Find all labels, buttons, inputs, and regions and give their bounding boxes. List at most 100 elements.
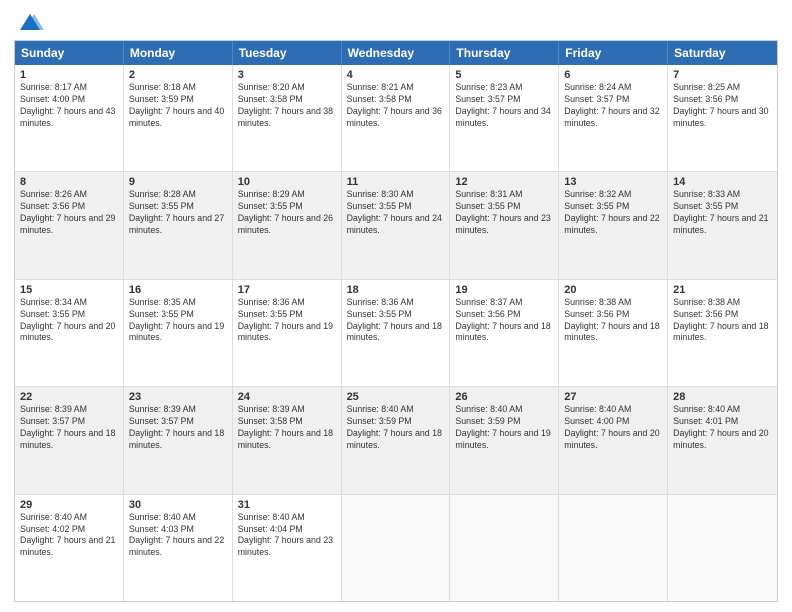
day-number: 12 — [455, 176, 553, 188]
day-cell-5: 5Sunrise: 8:23 AMSunset: 3:57 PMDaylight… — [450, 65, 559, 171]
cell-info: Sunrise: 8:33 AMSunset: 3:55 PMDaylight:… — [673, 189, 772, 237]
calendar-row-2: 8Sunrise: 8:26 AMSunset: 3:56 PMDaylight… — [15, 172, 777, 279]
logo — [14, 10, 44, 32]
calendar: SundayMondayTuesdayWednesdayThursdayFrid… — [14, 40, 778, 602]
day-number: 4 — [347, 69, 445, 81]
day-cell-27: 27Sunrise: 8:40 AMSunset: 4:00 PMDayligh… — [559, 387, 668, 493]
cell-info: Sunrise: 8:20 AMSunset: 3:58 PMDaylight:… — [238, 82, 336, 130]
header-day-thursday: Thursday — [450, 41, 559, 65]
day-number: 22 — [20, 391, 118, 403]
day-cell-11: 11Sunrise: 8:30 AMSunset: 3:55 PMDayligh… — [342, 172, 451, 278]
day-cell-24: 24Sunrise: 8:39 AMSunset: 3:58 PMDayligh… — [233, 387, 342, 493]
header-day-wednesday: Wednesday — [342, 41, 451, 65]
cell-info: Sunrise: 8:29 AMSunset: 3:55 PMDaylight:… — [238, 189, 336, 237]
empty-cell-r4c4 — [450, 495, 559, 601]
day-number: 6 — [564, 69, 662, 81]
day-number: 23 — [129, 391, 227, 403]
day-cell-20: 20Sunrise: 8:38 AMSunset: 3:56 PMDayligh… — [559, 280, 668, 386]
cell-info: Sunrise: 8:28 AMSunset: 3:55 PMDaylight:… — [129, 189, 227, 237]
day-cell-28: 28Sunrise: 8:40 AMSunset: 4:01 PMDayligh… — [668, 387, 777, 493]
cell-info: Sunrise: 8:39 AMSunset: 3:58 PMDaylight:… — [238, 404, 336, 452]
header — [14, 10, 778, 32]
day-number: 8 — [20, 176, 118, 188]
cell-info: Sunrise: 8:36 AMSunset: 3:55 PMDaylight:… — [347, 297, 445, 345]
day-number: 29 — [20, 499, 118, 511]
header-day-sunday: Sunday — [15, 41, 124, 65]
day-cell-9: 9Sunrise: 8:28 AMSunset: 3:55 PMDaylight… — [124, 172, 233, 278]
day-cell-4: 4Sunrise: 8:21 AMSunset: 3:58 PMDaylight… — [342, 65, 451, 171]
calendar-row-3: 15Sunrise: 8:34 AMSunset: 3:55 PMDayligh… — [15, 280, 777, 387]
cell-info: Sunrise: 8:40 AMSunset: 4:00 PMDaylight:… — [564, 404, 662, 452]
day-number: 20 — [564, 284, 662, 296]
cell-info: Sunrise: 8:32 AMSunset: 3:55 PMDaylight:… — [564, 189, 662, 237]
day-cell-30: 30Sunrise: 8:40 AMSunset: 4:03 PMDayligh… — [124, 495, 233, 601]
day-number: 18 — [347, 284, 445, 296]
cell-info: Sunrise: 8:17 AMSunset: 4:00 PMDaylight:… — [20, 82, 118, 130]
cell-info: Sunrise: 8:23 AMSunset: 3:57 PMDaylight:… — [455, 82, 553, 130]
header-day-friday: Friday — [559, 41, 668, 65]
cell-info: Sunrise: 8:25 AMSunset: 3:56 PMDaylight:… — [673, 82, 772, 130]
cell-info: Sunrise: 8:39 AMSunset: 3:57 PMDaylight:… — [20, 404, 118, 452]
day-number: 24 — [238, 391, 336, 403]
day-number: 2 — [129, 69, 227, 81]
cell-info: Sunrise: 8:40 AMSunset: 4:02 PMDaylight:… — [20, 512, 118, 560]
cell-info: Sunrise: 8:37 AMSunset: 3:56 PMDaylight:… — [455, 297, 553, 345]
day-number: 1 — [20, 69, 118, 81]
cell-info: Sunrise: 8:36 AMSunset: 3:55 PMDaylight:… — [238, 297, 336, 345]
cell-info: Sunrise: 8:40 AMSunset: 4:01 PMDaylight:… — [673, 404, 772, 452]
day-number: 25 — [347, 391, 445, 403]
day-number: 21 — [673, 284, 772, 296]
day-number: 30 — [129, 499, 227, 511]
cell-info: Sunrise: 8:38 AMSunset: 3:56 PMDaylight:… — [564, 297, 662, 345]
day-number: 5 — [455, 69, 553, 81]
header-day-monday: Monday — [124, 41, 233, 65]
day-number: 31 — [238, 499, 336, 511]
day-number: 27 — [564, 391, 662, 403]
day-number: 28 — [673, 391, 772, 403]
cell-info: Sunrise: 8:24 AMSunset: 3:57 PMDaylight:… — [564, 82, 662, 130]
day-cell-13: 13Sunrise: 8:32 AMSunset: 3:55 PMDayligh… — [559, 172, 668, 278]
day-cell-31: 31Sunrise: 8:40 AMSunset: 4:04 PMDayligh… — [233, 495, 342, 601]
cell-info: Sunrise: 8:35 AMSunset: 3:55 PMDaylight:… — [129, 297, 227, 345]
day-number: 19 — [455, 284, 553, 296]
day-cell-16: 16Sunrise: 8:35 AMSunset: 3:55 PMDayligh… — [124, 280, 233, 386]
day-cell-25: 25Sunrise: 8:40 AMSunset: 3:59 PMDayligh… — [342, 387, 451, 493]
cell-info: Sunrise: 8:18 AMSunset: 3:59 PMDaylight:… — [129, 82, 227, 130]
cell-info: Sunrise: 8:38 AMSunset: 3:56 PMDaylight:… — [673, 297, 772, 345]
day-number: 7 — [673, 69, 772, 81]
day-cell-19: 19Sunrise: 8:37 AMSunset: 3:56 PMDayligh… — [450, 280, 559, 386]
day-cell-12: 12Sunrise: 8:31 AMSunset: 3:55 PMDayligh… — [450, 172, 559, 278]
day-cell-7: 7Sunrise: 8:25 AMSunset: 3:56 PMDaylight… — [668, 65, 777, 171]
day-cell-22: 22Sunrise: 8:39 AMSunset: 3:57 PMDayligh… — [15, 387, 124, 493]
calendar-row-4: 22Sunrise: 8:39 AMSunset: 3:57 PMDayligh… — [15, 387, 777, 494]
day-cell-10: 10Sunrise: 8:29 AMSunset: 3:55 PMDayligh… — [233, 172, 342, 278]
empty-cell-r4c6 — [668, 495, 777, 601]
day-cell-8: 8Sunrise: 8:26 AMSunset: 3:56 PMDaylight… — [15, 172, 124, 278]
day-cell-2: 2Sunrise: 8:18 AMSunset: 3:59 PMDaylight… — [124, 65, 233, 171]
cell-info: Sunrise: 8:30 AMSunset: 3:55 PMDaylight:… — [347, 189, 445, 237]
cell-info: Sunrise: 8:39 AMSunset: 3:57 PMDaylight:… — [129, 404, 227, 452]
cell-info: Sunrise: 8:21 AMSunset: 3:58 PMDaylight:… — [347, 82, 445, 130]
cell-info: Sunrise: 8:34 AMSunset: 3:55 PMDaylight:… — [20, 297, 118, 345]
day-number: 9 — [129, 176, 227, 188]
day-cell-14: 14Sunrise: 8:33 AMSunset: 3:55 PMDayligh… — [668, 172, 777, 278]
day-cell-21: 21Sunrise: 8:38 AMSunset: 3:56 PMDayligh… — [668, 280, 777, 386]
cell-info: Sunrise: 8:40 AMSunset: 4:03 PMDaylight:… — [129, 512, 227, 560]
cell-info: Sunrise: 8:40 AMSunset: 3:59 PMDaylight:… — [347, 404, 445, 452]
page: SundayMondayTuesdayWednesdayThursdayFrid… — [0, 0, 792, 612]
header-day-tuesday: Tuesday — [233, 41, 342, 65]
day-cell-26: 26Sunrise: 8:40 AMSunset: 3:59 PMDayligh… — [450, 387, 559, 493]
day-cell-23: 23Sunrise: 8:39 AMSunset: 3:57 PMDayligh… — [124, 387, 233, 493]
cell-info: Sunrise: 8:40 AMSunset: 4:04 PMDaylight:… — [238, 512, 336, 560]
empty-cell-r4c5 — [559, 495, 668, 601]
day-number: 16 — [129, 284, 227, 296]
day-cell-29: 29Sunrise: 8:40 AMSunset: 4:02 PMDayligh… — [15, 495, 124, 601]
day-cell-1: 1Sunrise: 8:17 AMSunset: 4:00 PMDaylight… — [15, 65, 124, 171]
day-number: 13 — [564, 176, 662, 188]
empty-cell-r4c3 — [342, 495, 451, 601]
day-number: 15 — [20, 284, 118, 296]
header-day-saturday: Saturday — [668, 41, 777, 65]
logo-icon — [16, 10, 44, 38]
calendar-header: SundayMondayTuesdayWednesdayThursdayFrid… — [15, 41, 777, 65]
day-number: 14 — [673, 176, 772, 188]
